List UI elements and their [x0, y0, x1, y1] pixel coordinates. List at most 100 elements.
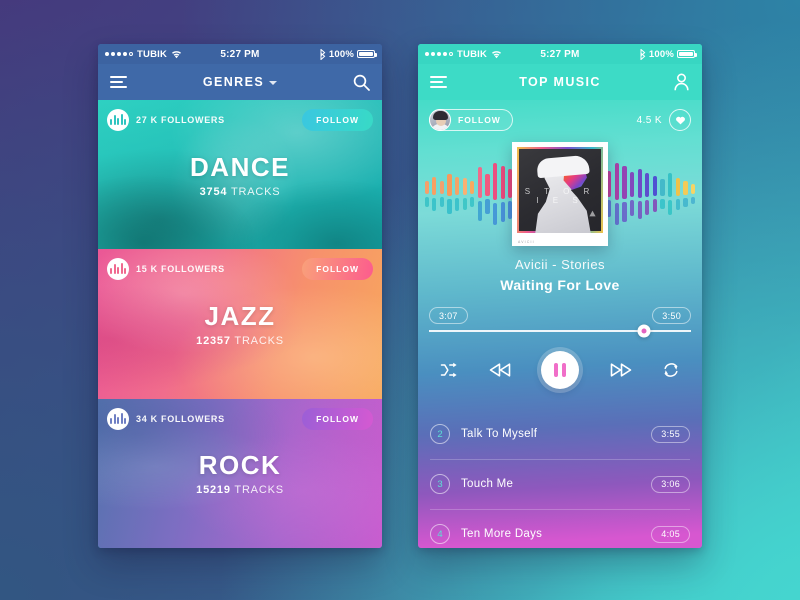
equalizer-bar	[500, 166, 505, 222]
clock-label: 5:27 PM	[540, 48, 580, 60]
now-playing-info: Avicii - Stories Waiting For Love	[418, 257, 702, 293]
equalizer-bar	[485, 174, 490, 214]
progress-slider-handle[interactable]	[637, 324, 651, 338]
track-duration: 4:05	[651, 525, 690, 543]
genre-card-header-rock: 34 K FOLLOWERS FOLLOW	[107, 407, 373, 430]
track-name: Talk To Myself	[461, 428, 538, 440]
track-list: 2 Talk To Myself 3:55 3 Touch Me 3:06 4 Ten Mor…	[418, 409, 702, 548]
heart-icon[interactable]	[669, 109, 691, 131]
equalizer-bar-reflection	[660, 198, 665, 210]
equalizer-bar-upper	[645, 172, 650, 197]
rewind-icon[interactable]	[488, 362, 512, 378]
track-list-item[interactable]: 4 Ten More Days 4:05	[418, 509, 702, 548]
user-profile-icon[interactable]	[673, 73, 690, 91]
page-title-label: TOP MUSIC	[519, 75, 601, 89]
equalizer-bar-upper	[485, 174, 490, 196]
follow-button-jazz[interactable]: FOLLOW	[302, 258, 373, 281]
equalizer-bar-upper	[660, 178, 665, 196]
pause-icon[interactable]	[541, 351, 579, 389]
equalizer-bar-upper	[683, 180, 688, 196]
album-caption: AVICII	[518, 240, 535, 244]
equalizer-bar	[629, 171, 635, 216]
equalizer-bar	[439, 181, 444, 207]
equalizer-bar-reflection	[462, 198, 467, 210]
genre-track-count-dance: 3754 TRACKS	[200, 186, 281, 198]
equalizer-bar	[637, 168, 642, 220]
artist-avatar	[429, 109, 451, 131]
playback-controls	[418, 351, 702, 389]
hamburger-menu-icon[interactable]	[110, 76, 127, 88]
progress-area: 3:07 3:50	[418, 307, 702, 338]
equalizer-bar-upper	[470, 181, 475, 194]
equalizer-bar-upper	[439, 181, 444, 194]
track-count-value: 3754	[199, 185, 228, 198]
equalizer-bar	[683, 180, 688, 208]
equalizer-bar-upper	[668, 172, 673, 197]
album-cover-image: S T O R I E S	[517, 147, 603, 233]
equalizer-bar	[660, 178, 665, 210]
equalizer-bar-reflection	[668, 199, 673, 216]
equalizer-bar-reflection	[500, 201, 505, 222]
track-list-item[interactable]: 2 Talk To Myself 3:55	[418, 409, 702, 459]
genre-card-rock[interactable]: 34 K FOLLOWERS FOLLOW ROCK 15219 TRACKS	[98, 398, 382, 548]
equalizer-bar-reflection	[447, 198, 452, 214]
equalizer-bar-reflection	[622, 201, 627, 222]
genre-card-jazz[interactable]: 15 K FOLLOWERS FOLLOW JAZZ 12357 TRACKS	[98, 249, 382, 399]
album-cover[interactable]: S T O R I E S AVICII	[512, 142, 608, 246]
equalizer-bar-upper	[614, 162, 620, 200]
track-number: 4	[430, 524, 450, 544]
chevron-down-icon[interactable]	[269, 81, 278, 85]
equalizer-bar	[614, 162, 620, 226]
genre-card-header-jazz: 15 K FOLLOWERS FOLLOW	[107, 258, 373, 281]
equalizer-bar	[668, 172, 673, 216]
follow-artist-button[interactable]: FOLLOW	[429, 109, 513, 131]
followers-count-rock: 34 K FOLLOWERS	[136, 413, 225, 424]
equalizer-bar	[454, 176, 460, 212]
track-count-value: 12357	[196, 334, 231, 347]
status-bar-right: TUBIK 5:27 PM 100%	[418, 44, 702, 64]
total-duration: 3:50	[652, 307, 691, 324]
follow-artist-label: FOLLOW	[458, 115, 501, 125]
artist-follow-bar: FOLLOW 4.5 K	[418, 100, 702, 140]
follow-button-rock[interactable]: FOLLOW	[302, 407, 373, 430]
track-list-item[interactable]: 3 Touch Me 3:06	[418, 459, 702, 509]
equalizer-bar-reflection	[477, 201, 483, 221]
track-number: 2	[430, 424, 450, 444]
equalizer-bar-upper	[455, 176, 460, 196]
genre-card-dance[interactable]: 27 K FOLLOWERS FOLLOW DANCE 3754 TRACKS	[98, 100, 382, 250]
page-title-genres[interactable]: GENRES	[98, 75, 382, 89]
progress-slider[interactable]	[429, 324, 691, 338]
repeat-icon[interactable]	[662, 361, 680, 379]
now-playing-artist-album: Avicii - Stories	[514, 257, 606, 272]
hamburger-menu-icon[interactable]	[430, 76, 447, 88]
track-duration: 3:55	[651, 425, 690, 443]
status-bar-left: TUBIK 5:27 PM 100%	[98, 44, 382, 64]
track-count-label: TRACKS	[234, 334, 284, 347]
battery-icon	[677, 50, 697, 58]
genre-track-count-rock: 15219 TRACKS	[196, 484, 284, 496]
genre-card-header-dance: 27 K FOLLOWERS FOLLOW	[107, 109, 373, 131]
equalizer-visualizer: S T O R I E S AVICII	[418, 140, 702, 248]
track-number: 3	[430, 474, 450, 494]
shuffle-icon[interactable]	[440, 362, 458, 378]
player-body: FOLLOW 4.5 K S T O R I E S AVICII Avicii…	[418, 100, 702, 548]
battery-icon	[357, 50, 377, 58]
search-icon[interactable]	[353, 74, 370, 91]
track-count-value: 15219	[196, 484, 231, 497]
equalizer-bar-reflection	[637, 200, 642, 220]
equalizer-bar-reflection	[439, 196, 444, 207]
equalizer-bar	[462, 178, 467, 210]
now-playing-title: Waiting For Love	[500, 277, 620, 293]
phone-genres-screen: TUBIK 5:27 PM 100% GENRES 27 K FOLLOWERS…	[98, 44, 382, 548]
navbar-left: GENRES	[98, 64, 382, 100]
equalizer-bar	[432, 176, 437, 212]
clock-label: 5:27 PM	[220, 48, 260, 60]
equalizer-bar-reflection	[424, 196, 429, 207]
followers-count-dance: 27 K FOLLOWERS	[136, 115, 225, 125]
follow-button-dance[interactable]: FOLLOW	[302, 109, 373, 131]
likes-count: 4.5 K	[636, 114, 662, 126]
fast-forward-icon[interactable]	[609, 362, 633, 378]
equalizer-bar-reflection	[630, 200, 635, 216]
equalizer-bar-upper	[690, 183, 696, 195]
equalizer-bar-reflection	[645, 199, 650, 216]
